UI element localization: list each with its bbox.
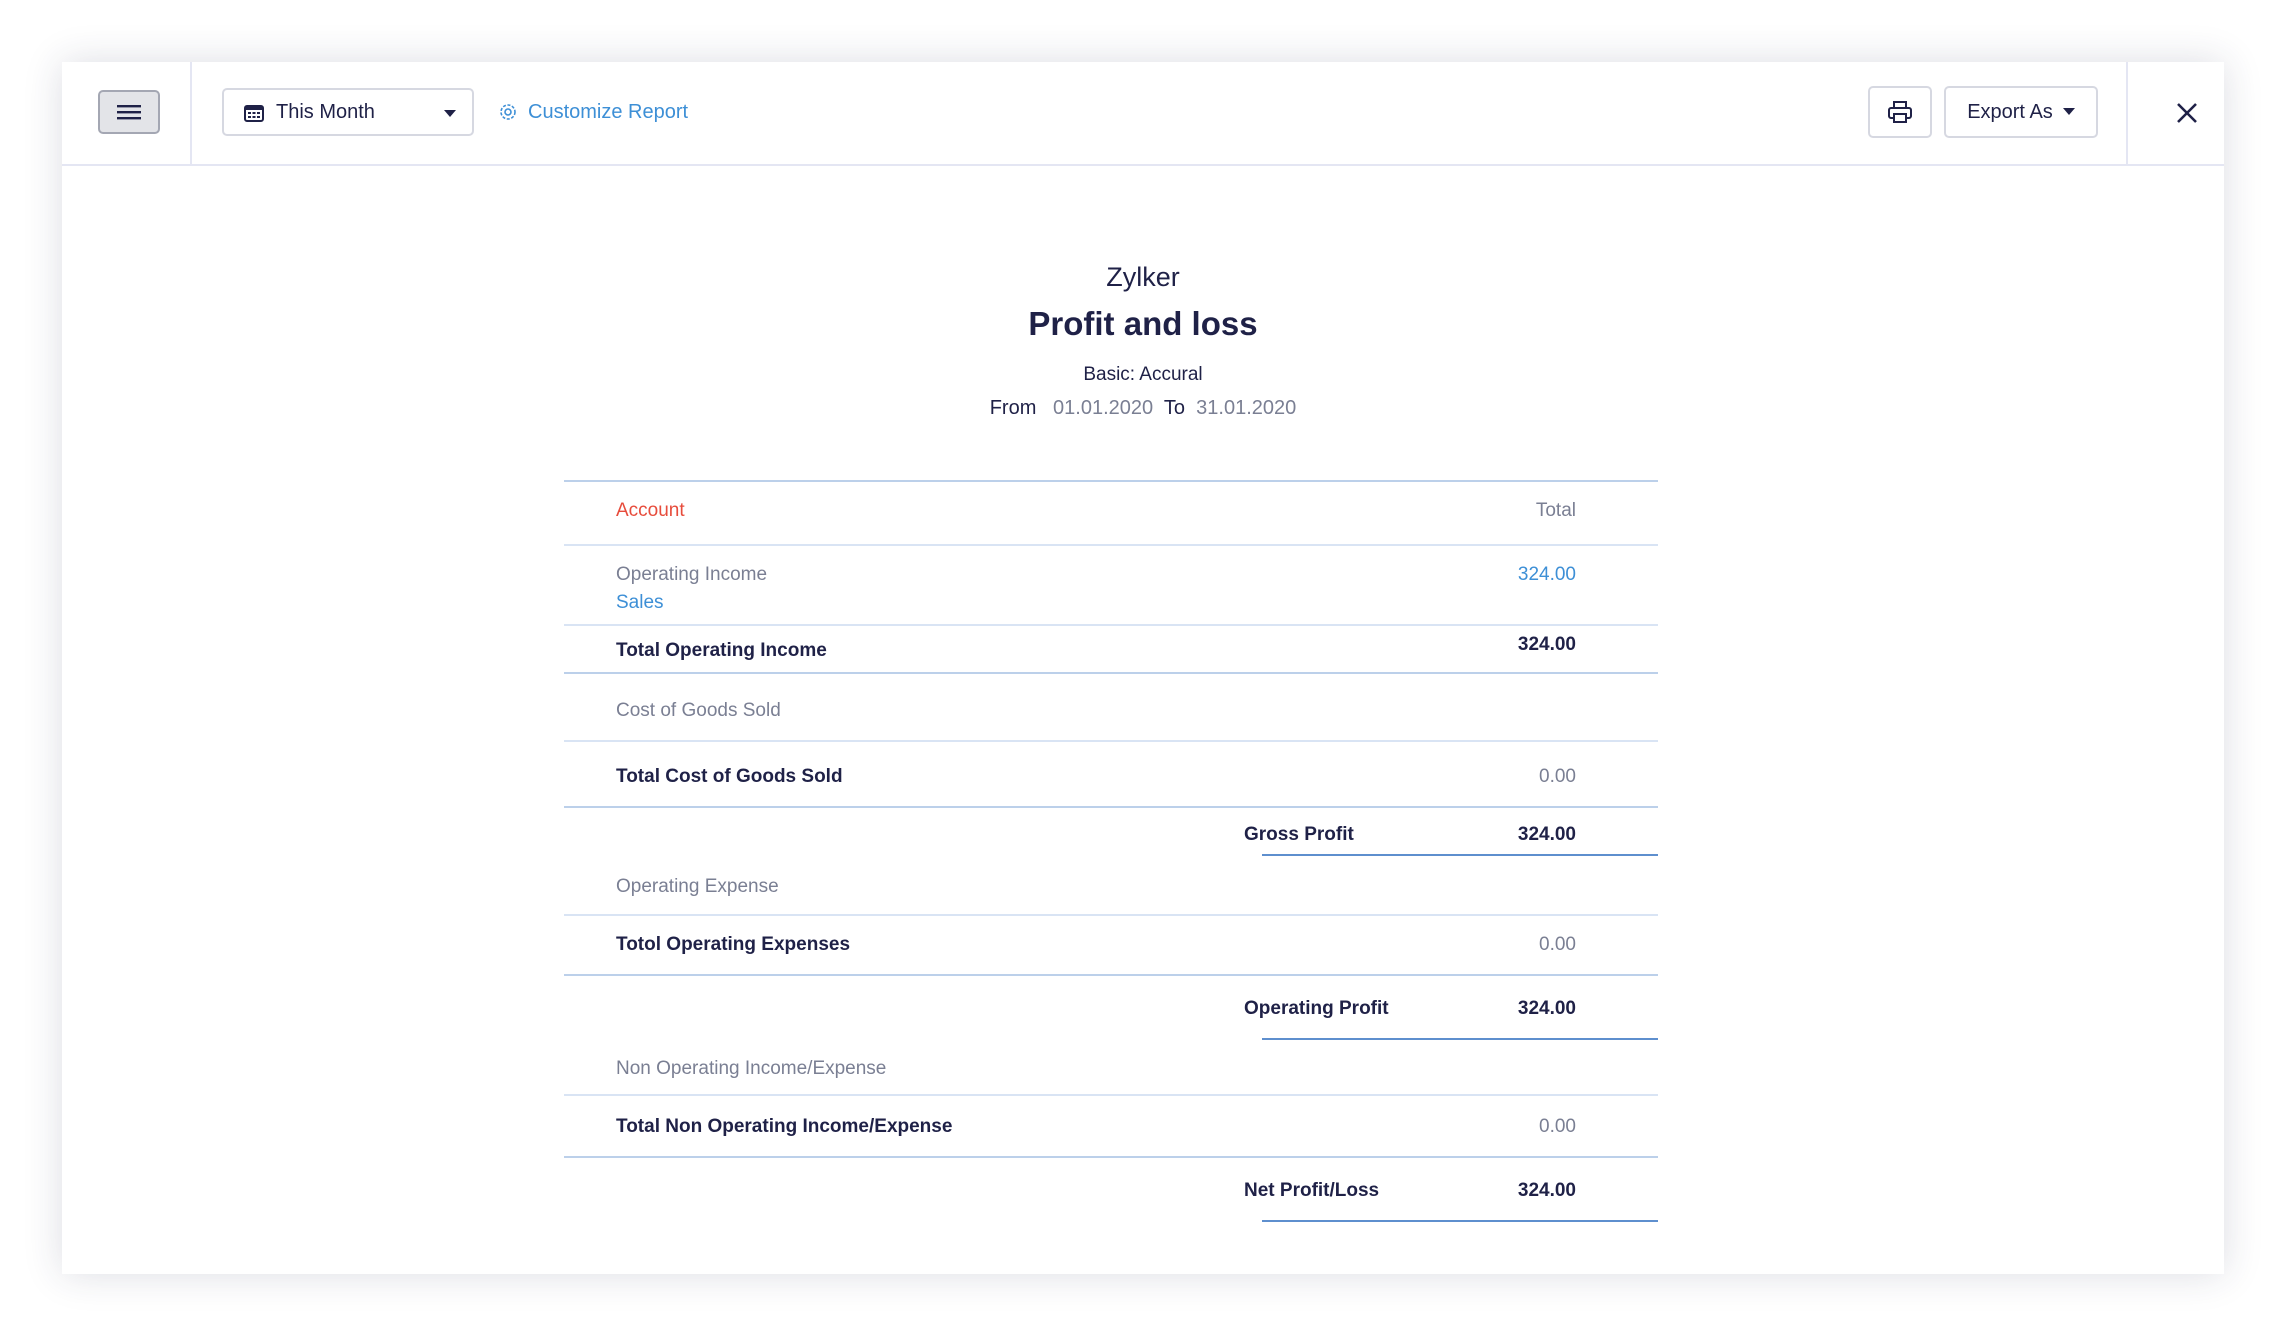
export-as-label: Export As	[1967, 100, 2053, 123]
to-date: 31.01.2020	[1196, 397, 1297, 419]
report-toolbar: This Month Customize Report Export As	[62, 62, 2224, 166]
table-divider	[564, 1094, 1658, 1096]
table-divider	[564, 914, 1658, 916]
from-date: 01.01.2020	[1053, 397, 1154, 419]
table-divider	[564, 1156, 1658, 1158]
total-non-operating-label: Total Non Operating Income/Expense	[616, 1116, 953, 1137]
table-divider	[564, 624, 1658, 626]
table-divider	[564, 480, 1658, 482]
gross-profit-underline	[1262, 854, 1658, 856]
operating-profit-amount: 324.00	[1517, 998, 1576, 1019]
cogs-label: Cost of Goods Sold	[616, 700, 781, 721]
table-divider	[564, 740, 1658, 742]
table-divider	[564, 672, 1658, 674]
report-title: Profit and loss	[1028, 305, 1258, 342]
net-profit-underline	[1262, 1220, 1658, 1222]
customize-report-link[interactable]: Customize Report	[498, 88, 688, 136]
operating-profit-underline	[1262, 1038, 1658, 1040]
total-operating-income-label: Total Operating Income	[616, 640, 827, 661]
customize-report-label: Customize Report	[528, 100, 689, 123]
non-operating-label: Non Operating Income/Expense	[616, 1058, 887, 1079]
sales-amount[interactable]: 324.00	[1518, 564, 1576, 586]
table-divider	[564, 544, 1658, 546]
table-divider	[564, 806, 1658, 808]
company-name: Zylker	[1106, 262, 1180, 292]
total-operating-expenses-label: Totol Operating Expenses	[616, 934, 851, 955]
sales-account-link[interactable]: Sales	[616, 592, 664, 614]
table-divider	[564, 974, 1658, 976]
period-dropdown[interactable]: This Month	[222, 88, 474, 136]
toolbar-divider	[2126, 62, 2128, 164]
print-button[interactable]	[1868, 86, 1932, 138]
hamburger-icon	[117, 105, 141, 120]
header-account: Account	[616, 500, 685, 521]
total-cogs-label: Total Cost of Goods Sold	[616, 766, 843, 787]
export-as-button[interactable]: Export As	[1944, 86, 2098, 138]
total-non-operating-amount: 0.00	[1539, 1116, 1576, 1137]
operating-expense-label: Operating Expense	[616, 876, 779, 897]
gross-profit-amount: 324.00	[1517, 824, 1576, 845]
operating-income-label: Operating Income	[616, 564, 768, 585]
from-label: From	[989, 397, 1037, 419]
report-window: This Month Customize Report Export As Zy…	[62, 62, 2224, 1274]
caret-down-icon	[2062, 108, 2075, 115]
total-operating-income-amount: 324.00	[1517, 634, 1576, 655]
to-label: To	[1163, 397, 1186, 419]
gear-icon	[500, 104, 516, 120]
calendar-icon	[244, 105, 264, 122]
net-profit-label: Net Profit/Loss	[1244, 1180, 1380, 1201]
menu-button[interactable]	[98, 90, 160, 134]
date-range: From 01.01.2020 To 31.01.2020	[62, 397, 2224, 420]
total-cogs-amount: 0.00	[1539, 766, 1576, 787]
gross-profit-label: Gross Profit	[1244, 824, 1354, 845]
net-profit-amount: 324.00	[1517, 1180, 1576, 1201]
total-operating-expenses-amount: 0.00	[1539, 934, 1576, 955]
close-icon[interactable]	[2172, 98, 2202, 128]
operating-profit-label: Operating Profit	[1244, 998, 1389, 1019]
caret-down-icon	[444, 110, 456, 117]
period-label: This Month	[276, 101, 375, 123]
report-basis: Basic: Accural	[1083, 364, 1203, 385]
printer-icon	[1888, 101, 1912, 123]
header-total: Total	[1535, 500, 1576, 521]
toolbar-divider	[190, 62, 192, 164]
